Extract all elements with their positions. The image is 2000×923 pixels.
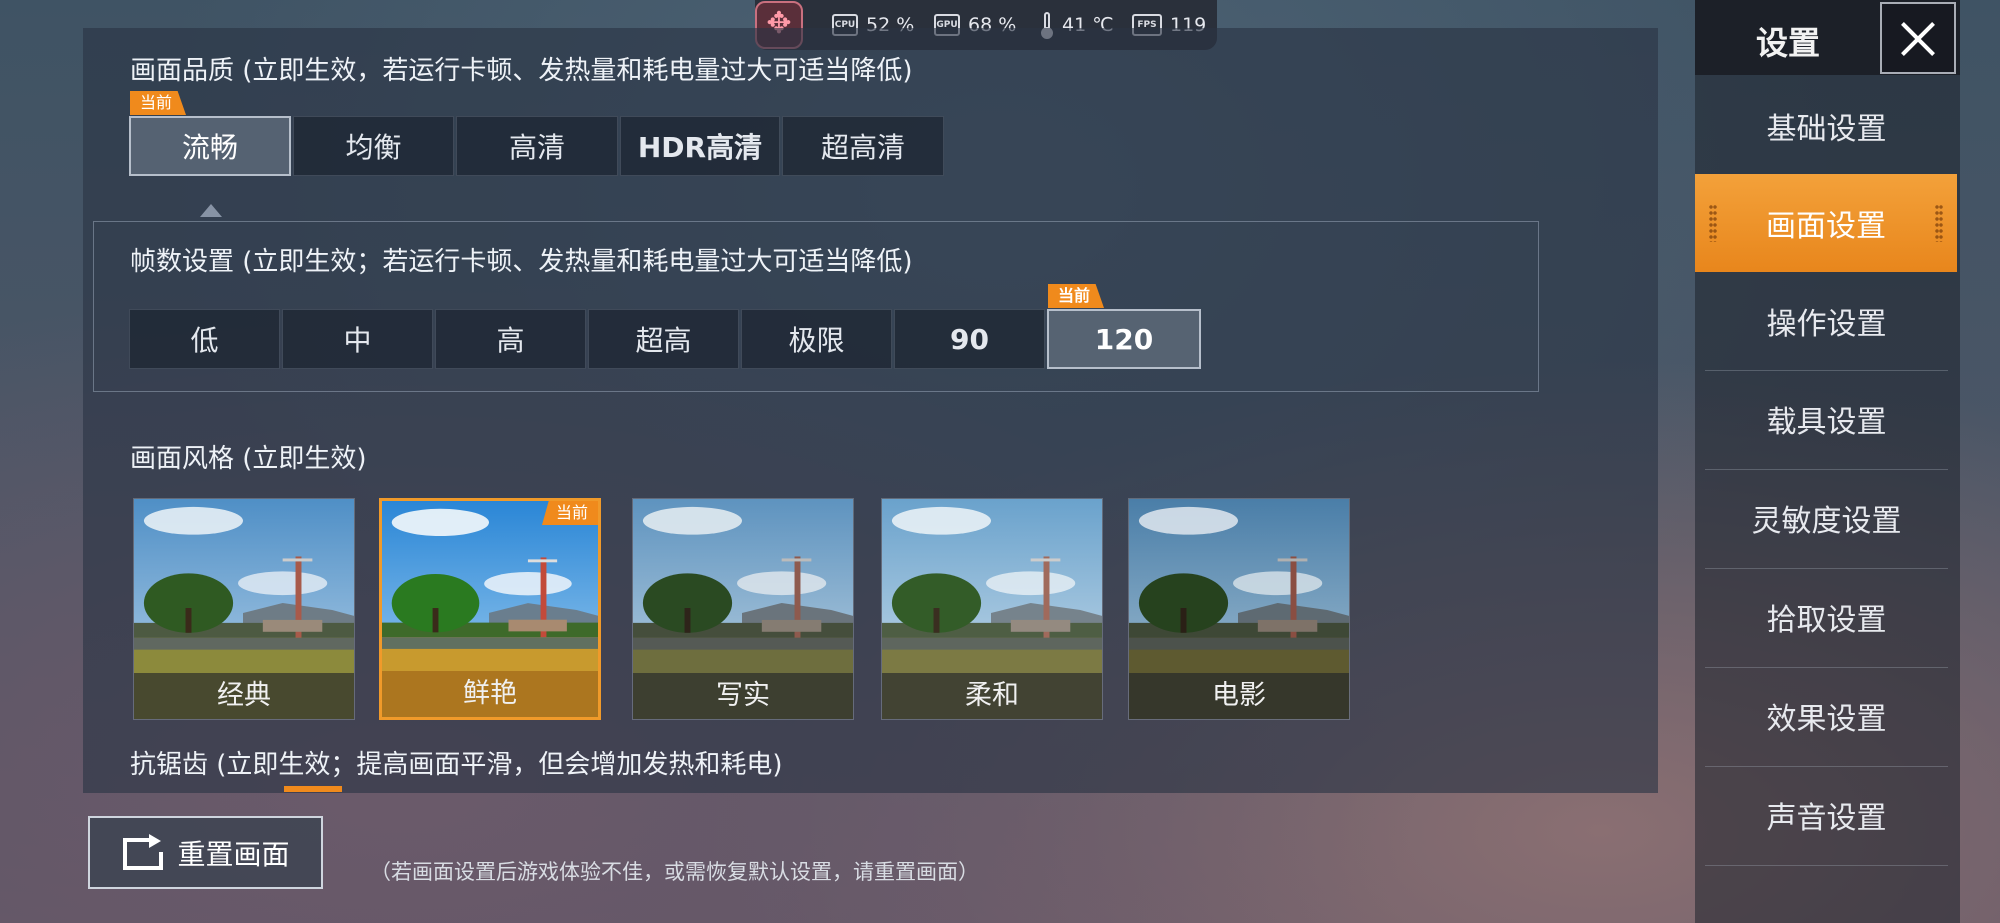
- option-label: 低: [190, 324, 219, 357]
- grip-icon: [1935, 204, 1943, 242]
- sidebar-title: 设置: [1756, 24, 1821, 62]
- sidebar-item-graphics[interactable]: 画面设置: [1695, 174, 1957, 272]
- style-option-cinematic[interactable]: 电影: [1128, 498, 1350, 720]
- option-label: 中: [343, 324, 372, 357]
- quality-option-balanced[interactable]: 均衡: [293, 116, 454, 176]
- caret-up-icon: [200, 204, 222, 217]
- current-badge: 当前: [130, 91, 187, 115]
- sidebar-item-sensitivity[interactable]: 灵敏度设置: [1705, 470, 1948, 566]
- option-label: HDR高清: [637, 131, 763, 164]
- quality-option-ultra-hd[interactable]: 超高清: [782, 116, 944, 176]
- sidebar-item-basic[interactable]: 基础设置: [1705, 78, 1948, 174]
- option-label: 高: [496, 324, 525, 357]
- option-label: 超高清: [820, 131, 905, 164]
- fps-option-extreme[interactable]: 极限: [741, 309, 892, 369]
- option-label: 写实: [633, 673, 853, 719]
- option-label: 鲜艳: [382, 671, 598, 717]
- sidebar-divider: [1705, 865, 1948, 866]
- option-label: 经典: [134, 673, 354, 719]
- quality-selector: 当前 流畅 均衡 高清 HDR高清 超高清: [129, 91, 946, 176]
- style-option-realistic[interactable]: 写实: [632, 498, 854, 720]
- reset-note: （若画面设置后游戏体验不佳，或需恢复默认设置，请重置画面）: [370, 860, 979, 884]
- sidebar-item-effects[interactable]: 效果设置: [1705, 668, 1948, 764]
- option-label: 超高: [635, 324, 692, 357]
- sidebar-item-sound[interactable]: 声音设置: [1705, 767, 1948, 863]
- option-label: 电影: [1129, 673, 1349, 719]
- option-label: 120: [1094, 322, 1154, 356]
- close-icon[interactable]: [1880, 2, 1956, 74]
- fps-option-90[interactable]: 90: [894, 309, 1045, 369]
- option-label: 90: [950, 322, 989, 356]
- fps-option-120[interactable]: 当前 120: [1047, 284, 1201, 369]
- fps-title: 帧数设置 (立即生效；若运行卡顿、发热量和耗电量过大可适当降低): [130, 247, 913, 277]
- current-badge: 当前: [541, 501, 598, 525]
- style-option-soft[interactable]: 柔和: [881, 498, 1103, 720]
- sidebar-item-controls[interactable]: 操作设置: [1705, 273, 1948, 369]
- quality-option-hd[interactable]: 高清: [456, 116, 618, 176]
- quality-title: 画面品质 (立即生效，若运行卡顿、发热量和耗电量过大可适当降低): [130, 56, 913, 86]
- antialias-title: 抗锯齿 (立即生效；提高画面平滑，但会增加发热和耗电): [130, 750, 783, 780]
- current-badge-peek: [284, 786, 342, 792]
- reset-icon: [123, 833, 164, 870]
- option-label: 柔和: [882, 673, 1102, 719]
- sidebar-item-vehicle[interactable]: 载具设置: [1705, 371, 1948, 467]
- style-option-classic[interactable]: 经典: [133, 498, 355, 720]
- reset-label: 重置画面: [177, 837, 290, 871]
- option-label: 流畅: [181, 131, 238, 164]
- sidebar-item-label: 画面设置: [1766, 209, 1886, 244]
- option-label: 均衡: [345, 131, 402, 164]
- sidebar-item-pickup[interactable]: 拾取设置: [1705, 569, 1948, 665]
- fps-selector: 低 中 高 超高 极限 90 当前 120: [129, 284, 1203, 369]
- grip-icon: [1709, 204, 1717, 242]
- fps-option-ultra[interactable]: 超高: [588, 309, 739, 369]
- style-option-vivid[interactable]: 当前 鲜艳: [379, 498, 601, 720]
- quality-option-smooth[interactable]: 当前 流畅: [129, 91, 291, 176]
- style-title: 画面风格 (立即生效): [130, 444, 367, 474]
- fps-option-medium[interactable]: 中: [282, 309, 433, 369]
- reset-graphics-button[interactable]: 重置画面: [88, 816, 323, 889]
- fps-option-high[interactable]: 高: [435, 309, 586, 369]
- fps-option-low[interactable]: 低: [129, 309, 280, 369]
- quality-option-hdr[interactable]: HDR高清: [620, 116, 780, 176]
- option-label: 高清: [508, 131, 565, 164]
- option-label: 极限: [788, 324, 845, 357]
- current-badge: 当前: [1048, 284, 1105, 308]
